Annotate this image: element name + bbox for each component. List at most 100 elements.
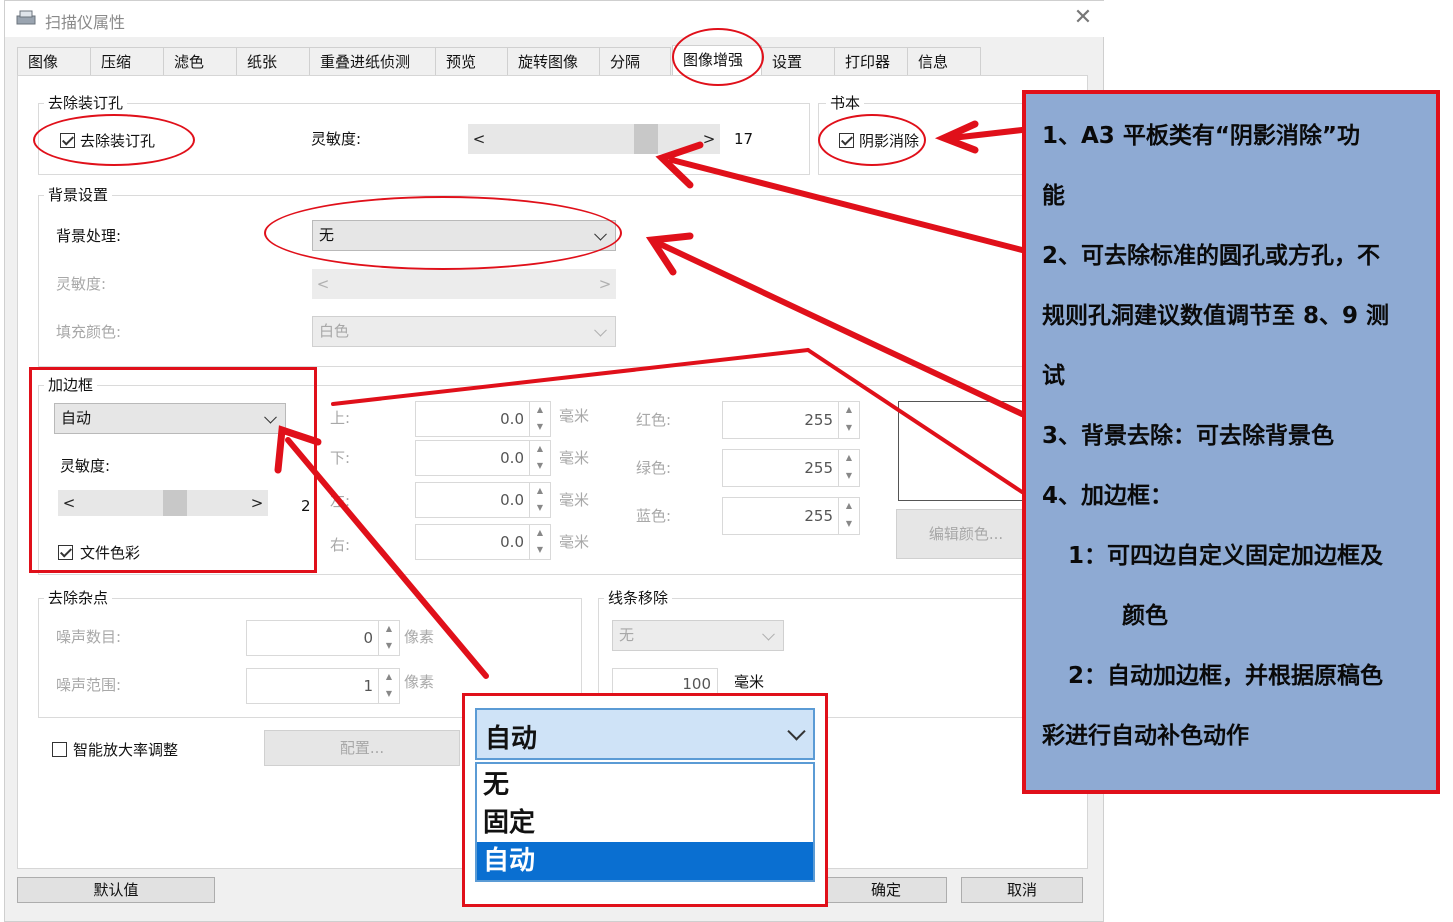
close-icon[interactable]: ✕: [1070, 5, 1096, 31]
dropdown-option-auto[interactable]: 自动: [477, 842, 813, 880]
green-spinner[interactable]: 255 ▲ ▼: [722, 449, 860, 487]
line-removal-value: 无: [619, 626, 635, 644]
slider-left-arrow-icon[interactable]: <: [312, 269, 334, 299]
config-button[interactable]: 配置...: [264, 730, 460, 766]
hole-sensitivity-label: 灵敏度:: [311, 130, 362, 148]
note-line-5: 试: [1042, 363, 1065, 389]
spin-down-icon[interactable]: ▼: [838, 516, 859, 534]
dropdown-popup-selected: 自动: [485, 724, 538, 754]
note-line-11: 彩进行自动补色动作: [1042, 723, 1249, 749]
spin-up-icon[interactable]: ▲: [838, 402, 859, 420]
spin-down-icon[interactable]: ▼: [529, 542, 550, 559]
noise-count-label: 噪声数目:: [56, 628, 122, 646]
annotation-note: 1、A3 平板类有“阴影消除”功 能 2、可去除标准的圆孔或方孔，不 规则孔洞建…: [1022, 90, 1440, 794]
border-left-spinner[interactable]: 0.0 ▲ ▼: [415, 482, 551, 518]
window-title: 扫描仪属性: [45, 13, 126, 32]
border-bottom-value: 0.0: [500, 449, 524, 467]
noise-count-spinner[interactable]: 0 ▲ ▼: [246, 620, 400, 656]
slider-left-arrow-icon[interactable]: <: [468, 124, 490, 154]
spin-up-icon[interactable]: ▲: [529, 402, 550, 419]
border-left-unit: 毫米: [559, 491, 590, 509]
border-bottom-label: 下:: [330, 449, 351, 467]
noise-range-spinner[interactable]: 1 ▲ ▼: [246, 668, 400, 704]
line-length-value: 100: [682, 675, 711, 693]
spin-down-icon[interactable]: ▼: [378, 638, 399, 655]
border-top-spinner[interactable]: 0.0 ▲ ▼: [415, 401, 551, 437]
spin-up-icon[interactable]: ▲: [529, 483, 550, 500]
tab-color-dropout[interactable]: 滤色: [163, 47, 237, 75]
spin-down-icon[interactable]: ▼: [838, 420, 859, 438]
spin-down-icon[interactable]: ▼: [529, 419, 550, 436]
note-line-10: 2：自动加边框，并根据原稿色: [1068, 663, 1384, 689]
dropdown-popup-list: 无 固定 自动: [475, 762, 815, 882]
spin-up-icon[interactable]: ▲: [529, 441, 550, 458]
line-removal-select[interactable]: 无: [612, 620, 784, 651]
red-spinner[interactable]: 255 ▲ ▼: [722, 401, 860, 439]
tab-separation[interactable]: 分隔: [599, 47, 671, 75]
border-right-value: 0.0: [500, 533, 524, 551]
slider-right-arrow-icon[interactable]: >: [698, 124, 720, 154]
highlight-ellipse-hole-removal: [33, 114, 195, 166]
tab-info[interactable]: 信息: [907, 47, 981, 75]
fill-color-label: 填充颜色:: [56, 323, 122, 341]
border-bottom-spinner[interactable]: 0.0 ▲ ▼: [415, 440, 551, 476]
blue-label: 蓝色:: [636, 507, 672, 525]
title-bar: 扫描仪属性 ✕: [5, 1, 1105, 37]
spin-down-icon[interactable]: ▼: [838, 468, 859, 486]
tab-rotation[interactable]: 旋转图像: [507, 47, 600, 75]
smart-zoom-checkbox[interactable]: [52, 742, 67, 757]
note-line-4: 规则孔洞建议数值调节至 8、9 测: [1042, 303, 1390, 329]
note-line-1: 1、A3 平板类有“阴影消除”功: [1042, 123, 1361, 149]
note-line-3: 2、可去除标准的圆孔或方孔，不: [1042, 243, 1381, 269]
dropdown-option-fixed[interactable]: 固定: [477, 804, 813, 842]
spin-up-icon[interactable]: ▲: [378, 621, 399, 638]
spin-down-icon[interactable]: ▼: [529, 458, 550, 475]
border-right-label: 右:: [330, 536, 351, 554]
background-processing-label: 背景处理:: [56, 227, 122, 245]
hole-sensitivity-slider[interactable]: < >: [468, 124, 720, 154]
tab-multifeed[interactable]: 重叠进纸侦测: [309, 47, 436, 75]
background-sensitivity-slider[interactable]: < >: [312, 269, 616, 299]
border-bottom-unit: 毫米: [559, 449, 590, 467]
dropdown-popup-select[interactable]: 自动: [475, 708, 815, 760]
ok-button[interactable]: 确定: [825, 877, 947, 903]
highlight-ellipse-background: [264, 196, 622, 270]
blue-spinner[interactable]: 255 ▲ ▼: [722, 497, 860, 535]
red-value: 255: [804, 411, 833, 429]
tab-image[interactable]: 图像: [17, 47, 91, 75]
default-button[interactable]: 默认值: [17, 877, 215, 903]
spin-up-icon[interactable]: ▲: [838, 450, 859, 468]
tab-compression[interactable]: 压缩: [90, 47, 164, 75]
spin-down-icon[interactable]: ▼: [378, 686, 399, 703]
chevron-down-icon[interactable]: [762, 627, 775, 641]
highlight-box-border-group: [29, 367, 317, 573]
chevron-down-icon: [594, 323, 607, 337]
spin-down-icon[interactable]: ▼: [529, 500, 550, 517]
border-top-value: 0.0: [500, 410, 524, 428]
chevron-down-icon[interactable]: [787, 722, 806, 741]
line-removal-group-title: 线条移除: [604, 589, 673, 607]
noise-count-value: 0: [363, 629, 373, 647]
slider-right-arrow-icon[interactable]: >: [594, 269, 616, 299]
border-right-spinner[interactable]: 0.0 ▲ ▼: [415, 524, 551, 560]
spin-up-icon[interactable]: ▲: [378, 669, 399, 686]
spin-up-icon[interactable]: ▲: [838, 498, 859, 516]
noise-range-label: 噪声范围:: [56, 676, 122, 694]
border-top-label: 上:: [330, 409, 351, 427]
green-value: 255: [804, 459, 833, 477]
hole-removal-group-title: 去除装订孔: [44, 94, 128, 112]
edit-color-button[interactable]: 编辑颜色...: [896, 509, 1036, 559]
cancel-button[interactable]: 取消: [961, 877, 1083, 903]
fill-color-select[interactable]: 白色: [312, 316, 616, 347]
tab-preview[interactable]: 预览: [435, 47, 508, 75]
noise-removal-group-title: 去除杂点: [44, 589, 113, 607]
tab-imprinter[interactable]: 打印器: [834, 47, 908, 75]
dropdown-option-none[interactable]: 无: [477, 766, 813, 804]
spin-up-icon[interactable]: ▲: [529, 525, 550, 542]
dropdown-callout: 自动 无 固定 自动: [462, 693, 828, 907]
tab-paper[interactable]: 纸张: [236, 47, 310, 75]
note-line-6: 3、背景去除：可去除背景色: [1042, 423, 1335, 449]
blue-value: 255: [804, 507, 833, 525]
tab-settings[interactable]: 设置: [761, 47, 835, 75]
slider-thumb[interactable]: [634, 124, 658, 154]
